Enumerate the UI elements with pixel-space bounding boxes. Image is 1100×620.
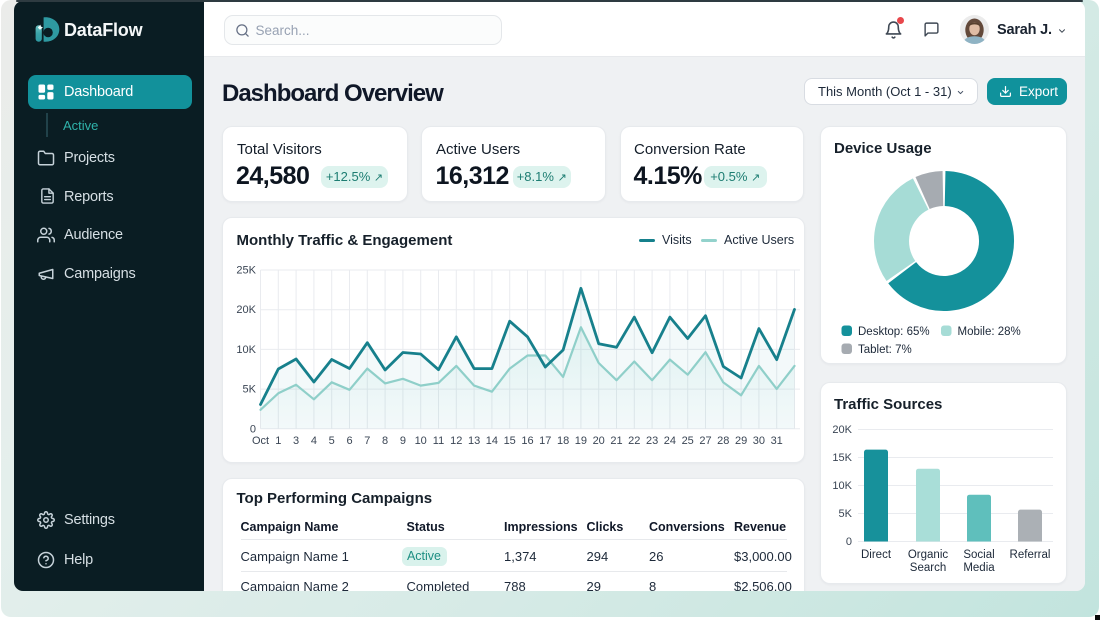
- svg-text:Desktop: 65%: Desktop: 65%: [858, 326, 930, 338]
- svg-text:Mobile: 28%: Mobile: 28%: [958, 326, 1021, 338]
- svg-text:3: 3: [293, 435, 299, 447]
- svg-text:20: 20: [593, 435, 605, 447]
- svg-text:28: 28: [717, 435, 729, 447]
- svg-text:Search: Search: [910, 562, 946, 574]
- svg-text:12: 12: [450, 435, 462, 447]
- svg-text:6: 6: [346, 435, 352, 447]
- svg-text:22: 22: [628, 435, 640, 447]
- svg-text:21: 21: [610, 435, 622, 447]
- svg-text:4: 4: [311, 435, 317, 447]
- svg-text:Oct: Oct: [252, 435, 269, 447]
- svg-text:31: 31: [771, 435, 783, 447]
- svg-text:11: 11: [433, 435, 444, 447]
- svg-text:15K: 15K: [832, 452, 852, 464]
- svg-text:23: 23: [646, 435, 658, 447]
- svg-text:20K: 20K: [236, 304, 256, 316]
- svg-text:27: 27: [699, 435, 711, 447]
- svg-text:20K: 20K: [832, 424, 852, 436]
- svg-text:19: 19: [575, 435, 587, 447]
- svg-text:Tablet: 7%: Tablet: 7%: [858, 344, 912, 356]
- svg-text:9: 9: [400, 435, 406, 447]
- svg-text:1: 1: [275, 435, 281, 447]
- svg-text:5K: 5K: [839, 508, 853, 520]
- svg-text:Referral: Referral: [1010, 549, 1051, 561]
- svg-text:30: 30: [753, 435, 765, 447]
- svg-text:13: 13: [468, 435, 480, 447]
- svg-text:25K: 25K: [236, 265, 256, 277]
- svg-text:16: 16: [521, 435, 533, 447]
- svg-text:24: 24: [664, 435, 676, 447]
- svg-text:25: 25: [682, 435, 694, 447]
- svg-text:7: 7: [364, 435, 370, 447]
- svg-text:15: 15: [504, 435, 516, 447]
- svg-text:0: 0: [846, 536, 852, 548]
- svg-text:Organic: Organic: [908, 549, 949, 561]
- svg-text:Media: Media: [963, 562, 995, 574]
- svg-text:29: 29: [735, 435, 747, 447]
- svg-text:5K: 5K: [243, 384, 257, 396]
- svg-text:Direct: Direct: [861, 549, 892, 561]
- svg-text:10K: 10K: [236, 344, 256, 356]
- svg-text:5: 5: [329, 435, 335, 447]
- svg-text:Social: Social: [963, 549, 994, 561]
- svg-text:14: 14: [486, 435, 498, 447]
- svg-text:8: 8: [382, 435, 388, 447]
- svg-text:10K: 10K: [832, 480, 852, 492]
- svg-text:18: 18: [557, 435, 569, 447]
- svg-text:10: 10: [415, 435, 427, 447]
- svg-text:0: 0: [250, 423, 256, 435]
- svg-text:17: 17: [539, 435, 551, 447]
